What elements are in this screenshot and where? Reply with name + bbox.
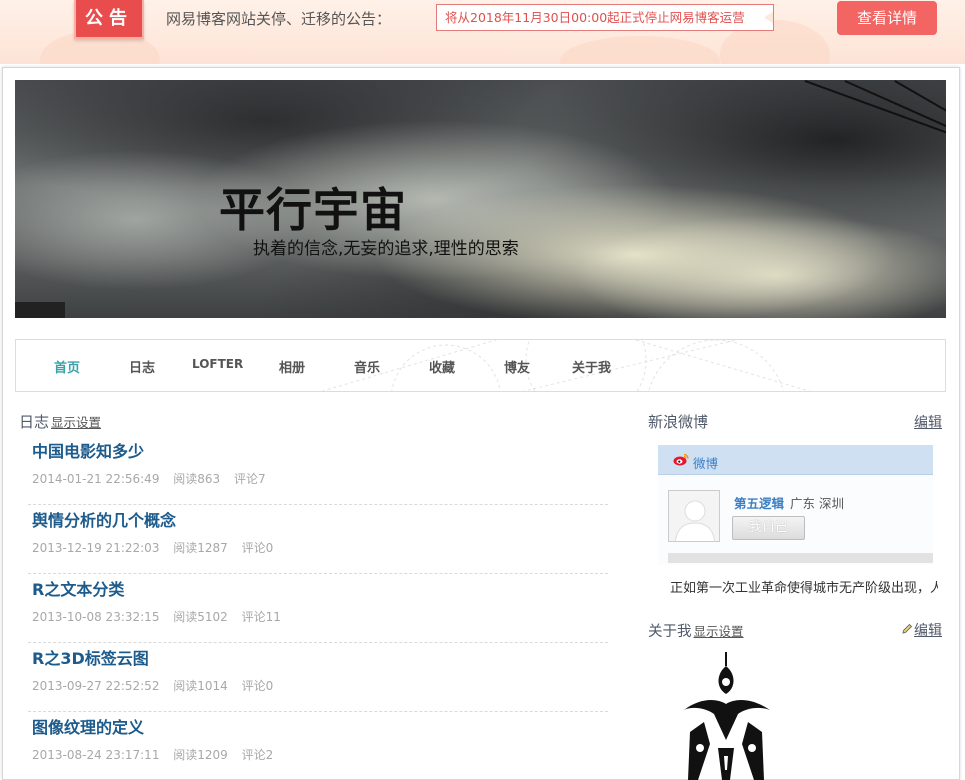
- weibo-location: 广东 深圳: [790, 496, 844, 511]
- post-title[interactable]: R之3D标签云图: [32, 645, 149, 669]
- post-date: 2013-10-08 23:32:15: [32, 610, 160, 624]
- pencil-icon: [902, 623, 913, 634]
- post-item: 舆情分析的几个概念 2013-12-19 21:22:03 阅读1287 评论0: [28, 505, 608, 574]
- post-meta: 2013-12-19 21:22:03 阅读1287 评论0: [32, 539, 283, 556]
- post-reads: 阅读1209: [173, 748, 228, 762]
- power-line: [844, 80, 946, 139]
- blog-title: 平行宇宙: [219, 183, 407, 237]
- post-date: 2014-01-21 22:56:49: [32, 472, 160, 486]
- post-reads: 阅读863: [173, 472, 221, 486]
- blog-section-heading: 日志 显示设置: [19, 411, 101, 432]
- about-heading: 关于我: [648, 624, 692, 640]
- weibo-divider: [668, 553, 933, 563]
- post-date: 2013-09-27 22:52:52: [32, 679, 160, 693]
- weibo-icon: [673, 453, 689, 466]
- nav-home[interactable]: 首页: [54, 357, 80, 376]
- nav-album[interactable]: 相册: [279, 357, 305, 376]
- banner-decoration: [560, 36, 720, 64]
- about-section-heading: 关于我 显示设置: [648, 620, 744, 641]
- post-title[interactable]: 舆情分析的几个概念: [32, 507, 176, 531]
- post-item: R之3D标签云图 2013-09-27 22:52:52 阅读1014 评论0: [28, 643, 608, 712]
- about-edit-link[interactable]: 编辑: [914, 620, 942, 640]
- weibo-profile: 第五逻辑 广东 深圳 我自己: [658, 475, 933, 565]
- post-comments[interactable]: 评论0: [242, 541, 274, 555]
- nav-music[interactable]: 音乐: [354, 357, 380, 376]
- post-item: 中国电影知多少 2014-01-21 22:56:49 阅读863 评论7: [28, 436, 608, 505]
- weibo-post-text: 正如第一次工业革命使得城市无产阶级出现，人工: [670, 581, 938, 596]
- nav-friends[interactable]: 博友: [504, 357, 530, 376]
- nav-favorites[interactable]: 收藏: [429, 357, 455, 376]
- post-meta: 2014-01-21 22:56:49 阅读863 评论7: [32, 470, 276, 487]
- default-avatar-icon: [674, 500, 716, 541]
- weibo-bar-label[interactable]: 微博: [693, 453, 718, 472]
- header-banner: 平行宇宙 执着的信念,无妄的追求,理性的思索: [15, 80, 946, 318]
- post-meta: 2013-08-24 23:17:11 阅读1209 评论2: [32, 746, 283, 763]
- post-date: 2013-08-24 23:17:11: [32, 748, 160, 762]
- post-title[interactable]: R之文本分类: [32, 576, 124, 600]
- nav-lofter[interactable]: LOFTER: [192, 357, 243, 371]
- weibo-bar: 微博: [658, 445, 933, 475]
- view-details-button[interactable]: 查看详情: [837, 1, 937, 35]
- post-title[interactable]: 图像纹理的定义: [32, 714, 144, 738]
- about-settings-link[interactable]: 显示设置: [694, 624, 744, 639]
- post-reads: 阅读5102: [173, 610, 228, 624]
- post-meta: 2013-09-27 22:52:52 阅读1014 评论0: [32, 677, 283, 694]
- blog-subtitle: 执着的信念,无妄的追求,理性的思索: [253, 239, 519, 259]
- notice-banner: 公告 网易博客网站关停、迁移的公告： 将从2018年11月30日00:00起正式…: [0, 0, 965, 64]
- post-meta: 2013-10-08 23:32:15 阅读5102 评论11: [32, 608, 291, 625]
- blog-settings-link[interactable]: 显示设置: [51, 415, 101, 430]
- post-item: 图像纹理的定义 2013-08-24 23:17:11 阅读1209 评论2: [28, 712, 608, 780]
- post-comments[interactable]: 评论11: [242, 610, 281, 624]
- post-comments[interactable]: 评论7: [234, 472, 266, 486]
- weibo-edit-link[interactable]: 编辑: [914, 412, 942, 432]
- about-avatar-image: [684, 652, 770, 780]
- power-line: [804, 80, 946, 144]
- main-nav: 首页 日志 LOFTER 相册 音乐 收藏 博友 关于我: [15, 339, 946, 392]
- post-reads: 阅读1014: [173, 679, 228, 693]
- nav-blog[interactable]: 日志: [129, 357, 155, 376]
- notice-tag: 公告: [74, 0, 144, 39]
- weibo-user-name[interactable]: 第五逻辑: [734, 493, 784, 512]
- nav-decoration: [321, 340, 811, 391]
- weibo-widget: 微博 第五逻辑 广东 深圳 我自己: [658, 445, 933, 565]
- notice-message: 将从2018年11月30日00:00起正式停止网易博客运营: [436, 4, 774, 31]
- post-comments[interactable]: 评论2: [242, 748, 274, 762]
- post-date: 2013-12-19 21:22:03: [32, 541, 160, 555]
- notice-text: 网易博客网站关停、迁移的公告：: [166, 10, 392, 28]
- post-title[interactable]: 中国电影知多少: [32, 438, 144, 462]
- blog-heading: 日志: [19, 413, 50, 431]
- post-item: R之文本分类 2013-10-08 23:32:15 阅读5102 评论11: [28, 574, 608, 643]
- post-comments[interactable]: 评论0: [242, 679, 274, 693]
- nav-about[interactable]: 关于我: [572, 357, 611, 376]
- self-button[interactable]: 我自己: [732, 516, 805, 540]
- post-reads: 阅读1287: [173, 541, 228, 555]
- building-silhouette: [15, 302, 65, 318]
- weibo-heading: 新浪微博: [648, 413, 709, 431]
- avatar[interactable]: [668, 490, 720, 542]
